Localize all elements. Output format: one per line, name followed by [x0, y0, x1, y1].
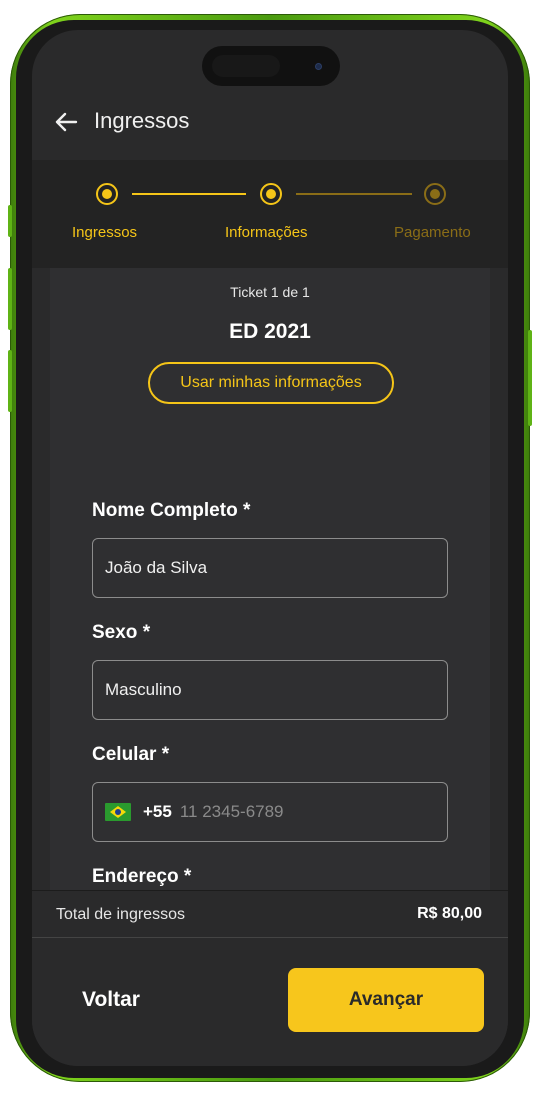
back-button[interactable]: Voltar [82, 988, 140, 1012]
checkout-stepper: Ingressos Informações Pagamento [32, 160, 508, 268]
order-summary: Total de ingressos R$ 80,00 [32, 890, 508, 938]
camera-icon [315, 63, 322, 70]
mute-switch [8, 205, 12, 237]
step-label-informacoes: Informações [225, 224, 308, 241]
step-label-pagamento: Pagamento [394, 224, 471, 241]
full-name-label: Nome Completo * [92, 500, 251, 521]
event-name: ED 2021 [229, 320, 311, 343]
total-label: Total de ingressos [56, 906, 185, 923]
brazil-flag-icon [105, 803, 131, 821]
action-footer: Voltar Avançar [32, 938, 508, 1066]
power-button [528, 330, 532, 426]
arrow-left-icon[interactable] [50, 106, 82, 138]
gender-select[interactable]: Masculino [92, 660, 448, 720]
next-button[interactable]: Avançar [288, 968, 484, 1032]
full-name-input[interactable]: João da Silva [92, 538, 448, 598]
gender-label: Sexo * [92, 622, 151, 643]
page-title: Ingressos [94, 108, 190, 133]
step-connector [132, 193, 246, 195]
step-3-indicator-icon [424, 183, 446, 205]
app-header: Ingressos [32, 92, 508, 152]
dynamic-island [202, 46, 340, 86]
total-value: R$ 80,00 [417, 905, 482, 922]
step-connector [296, 193, 412, 195]
app-screen: Ingressos Ingressos Informações Pagament… [32, 30, 508, 1066]
attendee-form: Ticket 1 de 1 ED 2021 Usar minhas inform… [50, 268, 490, 964]
step-1-indicator-icon [96, 183, 118, 205]
phone-label: Celular * [92, 744, 170, 765]
step-2-indicator-icon [260, 183, 282, 205]
sensor-pill [212, 55, 280, 77]
step-label-ingressos: Ingressos [72, 224, 138, 241]
country-dial-code: +55 [143, 802, 172, 821]
phone-input[interactable]: +55 11 2345-6789 [92, 782, 448, 842]
ticket-counter: Ticket 1 de 1 [230, 284, 310, 300]
volume-up-button [8, 268, 12, 330]
address-label: Endereço * [92, 866, 192, 887]
volume-down-button [8, 350, 12, 412]
phone-placeholder: 11 2345-6789 [179, 802, 284, 821]
use-my-info-button[interactable]: Usar minhas informações [148, 362, 394, 404]
